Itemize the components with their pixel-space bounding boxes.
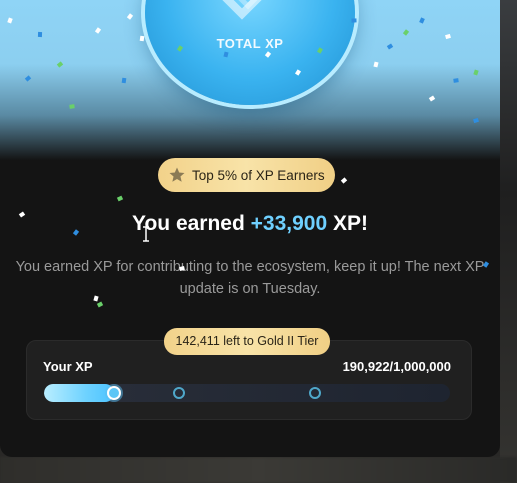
headline-suffix: XP! [327, 212, 368, 235]
x-logo-icon [222, 0, 262, 20]
milestone-marker [173, 387, 185, 399]
tier-remaining-pill: 142,411 left to Gold II Tier [164, 328, 330, 355]
earned-amount: +33,900 [250, 212, 328, 235]
earned-headline: You earned +33,900 XP! [0, 212, 500, 236]
reward-description: You earned XP for contributing to the ec… [15, 259, 485, 297]
milestone-marker [309, 387, 321, 399]
medal-label: TOTAL XP [216, 36, 284, 51]
xp-progress-knob [107, 386, 121, 400]
top-earners-badge: Top 5% of XP Earners [158, 158, 335, 192]
your-xp-label: Your XP [43, 359, 93, 374]
xp-progress-fill [44, 384, 114, 402]
xp-progress-track [44, 384, 450, 402]
mouse-cursor-icon [143, 226, 149, 242]
star-icon [169, 167, 185, 182]
badge-label: Top 5% of XP Earners [192, 167, 325, 183]
xp-reward-modal: TOTAL XP Top 5% of XP Earners You earned… [0, 0, 500, 457]
backdrop-right-edge [500, 0, 517, 483]
xp-value-text: 190,922/1,000,000 [342, 359, 451, 374]
backdrop-bottom-edge [0, 457, 517, 483]
